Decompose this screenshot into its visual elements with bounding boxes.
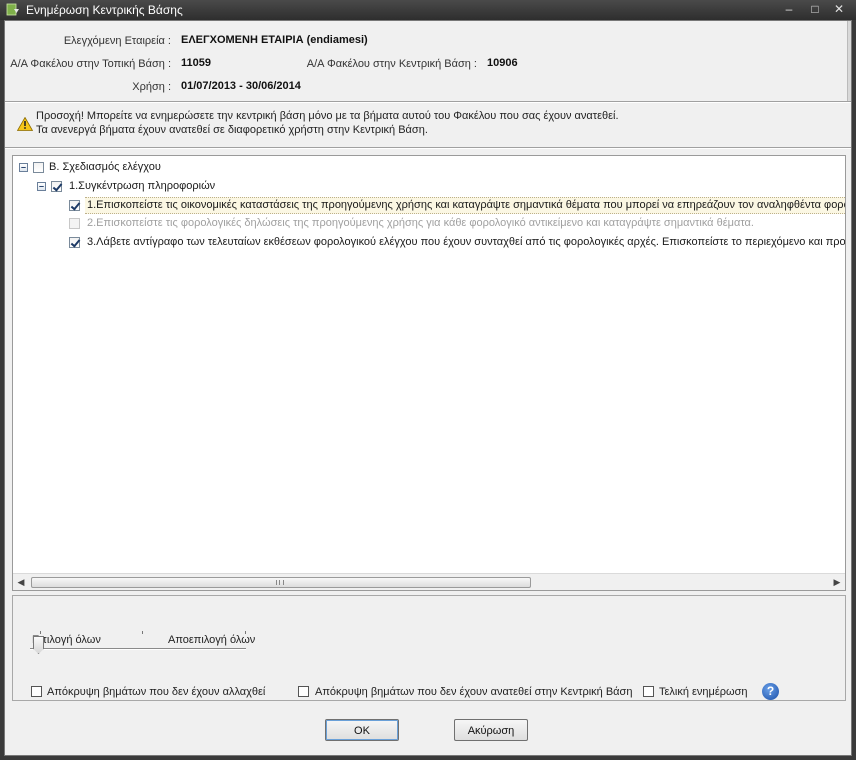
step-checkbox[interactable] bbox=[69, 237, 80, 248]
hide-unchanged-checkbox[interactable] bbox=[31, 686, 42, 697]
steps-tree: – Β. Σχεδιασμός ελέγχου – 1.Συγκέντρωση … bbox=[12, 155, 846, 591]
collapse-icon[interactable]: – bbox=[19, 163, 28, 172]
hide-unassigned-checkbox[interactable] bbox=[298, 686, 309, 697]
ok-button[interactable]: OK bbox=[325, 719, 399, 741]
dialog-client: Ελεγχόμενη Εταιρεία : ΕΛΕΓΧΟΜΕΝΗ ΕΤΑΙΡΙΑ… bbox=[4, 20, 852, 756]
tree-viewport: – Β. Σχεδιασμός ελέγχου – 1.Συγκέντρωση … bbox=[13, 156, 845, 572]
help-icon[interactable]: ? bbox=[762, 683, 779, 700]
final-update-checkbox[interactable] bbox=[643, 686, 654, 697]
hide-unchanged-label: Απόκρυψη βημάτων που δεν έχουν αλλαχθεί bbox=[47, 686, 266, 698]
root-checkbox[interactable] bbox=[33, 162, 44, 173]
central-file-label: Α/Α Φακέλου στην Κεντρική Βάση : bbox=[306, 58, 477, 70]
title-bar[interactable]: Ενημέρωση Κεντρικής Βάσης – □ ✕ bbox=[0, 0, 856, 20]
tree-node-step[interactable]: 3.Λάβετε αντίγραφο των τελευταίων εκθέσε… bbox=[69, 235, 845, 252]
tree-node-label: Β. Σχεδιασμός ελέγχου bbox=[49, 161, 161, 173]
tree-node-step[interactable]: 1.Επισκοπείστε τις οικονομικές καταστάσε… bbox=[69, 197, 845, 214]
slider-tick bbox=[245, 631, 246, 634]
maximize-icon[interactable]: □ bbox=[804, 0, 826, 20]
local-file-value: 11059 bbox=[181, 57, 211, 69]
deselect-all-label: Αποεπιλογή όλων bbox=[168, 634, 256, 646]
local-file-label: Α/Α Φακέλου στην Τοπική Βάση : bbox=[10, 58, 171, 70]
options-panel: Επιλογή όλων Αποεπιλογή όλων Απόκρυψη βη… bbox=[12, 595, 846, 701]
selection-slider-track[interactable] bbox=[30, 648, 246, 650]
slider-tick bbox=[40, 631, 41, 634]
grip-icon bbox=[276, 580, 284, 585]
tree-node-label: 2.Επισκοπείστε τις φορολογικές δηλώσεις … bbox=[87, 217, 754, 229]
divider bbox=[5, 101, 851, 103]
tree-node-label: 1.Συγκέντρωση πληροφοριών bbox=[69, 180, 216, 192]
window-title: Ενημέρωση Κεντρικής Βάσης bbox=[26, 3, 183, 17]
step-checkbox[interactable] bbox=[69, 200, 80, 211]
cancel-button[interactable]: Ακύρωση bbox=[454, 719, 528, 741]
dialog-window: Ενημέρωση Κεντρικής Βάσης – □ ✕ Ελεγχόμε… bbox=[0, 0, 856, 760]
scrollbar-thumb[interactable] bbox=[31, 577, 531, 588]
company-label: Ελεγχόμενη Εταιρεία : bbox=[63, 35, 171, 47]
central-file-value: 10906 bbox=[487, 57, 518, 69]
selection-slider-thumb[interactable] bbox=[33, 636, 44, 654]
tree-node-root[interactable]: – Β. Σχεδιασμός ελέγχου bbox=[13, 160, 845, 177]
scroll-left-icon[interactable]: ◀ bbox=[15, 576, 27, 588]
year-value: 01/07/2013 - 30/06/2014 bbox=[181, 80, 301, 92]
tree-node-label: 3.Λάβετε αντίγραφο των τελευταίων εκθέσε… bbox=[87, 236, 845, 248]
minimize-icon[interactable]: – bbox=[778, 0, 800, 20]
final-update-label: Τελική ενημέρωση bbox=[659, 686, 748, 698]
hide-unassigned-label: Απόκρυψη βημάτων που δεν έχουν ανατεθεί … bbox=[315, 686, 633, 698]
collapse-icon[interactable]: – bbox=[37, 182, 46, 191]
database-download-icon bbox=[6, 3, 19, 16]
horizontal-scrollbar[interactable]: ◀ ▶ bbox=[13, 573, 845, 590]
tree-node-label: 1.Επισκοπείστε τις οικονομικές καταστάσε… bbox=[87, 199, 845, 211]
warning-line-2: Τα ανενεργά βήματα έχουν ανατεθεί σε δια… bbox=[36, 124, 428, 136]
tree-node-group[interactable]: – 1.Συγκέντρωση πληροφοριών bbox=[13, 179, 845, 196]
slider-tick bbox=[142, 631, 143, 634]
warning-message: Προσοχή! Μπορείτε να ενημερώσετε την κεν… bbox=[5, 107, 851, 141]
divider bbox=[5, 147, 851, 149]
step-checkbox bbox=[69, 218, 80, 229]
close-icon[interactable]: ✕ bbox=[828, 0, 850, 20]
warning-icon bbox=[17, 117, 33, 131]
file-info-panel: Ελεγχόμενη Εταιρεία : ΕΛΕΓΧΟΜΕΝΗ ΕΤΑΙΡΙΑ… bbox=[5, 21, 851, 101]
group-checkbox[interactable] bbox=[51, 181, 62, 192]
company-value: ΕΛΕΓΧΟΜΕΝΗ ΕΤΑΙΡΙΑ (endiamesi) bbox=[181, 34, 368, 46]
tree-node-step: 2.Επισκοπείστε τις φορολογικές δηλώσεις … bbox=[69, 216, 845, 233]
warning-line-1: Προσοχή! Μπορείτε να ενημερώσετε την κεν… bbox=[36, 110, 619, 122]
info-scrollbar[interactable] bbox=[847, 21, 851, 101]
scroll-right-icon[interactable]: ▶ bbox=[831, 576, 843, 588]
year-label: Χρήση : bbox=[132, 81, 171, 93]
button-bar: OK Ακύρωση bbox=[5, 707, 851, 755]
